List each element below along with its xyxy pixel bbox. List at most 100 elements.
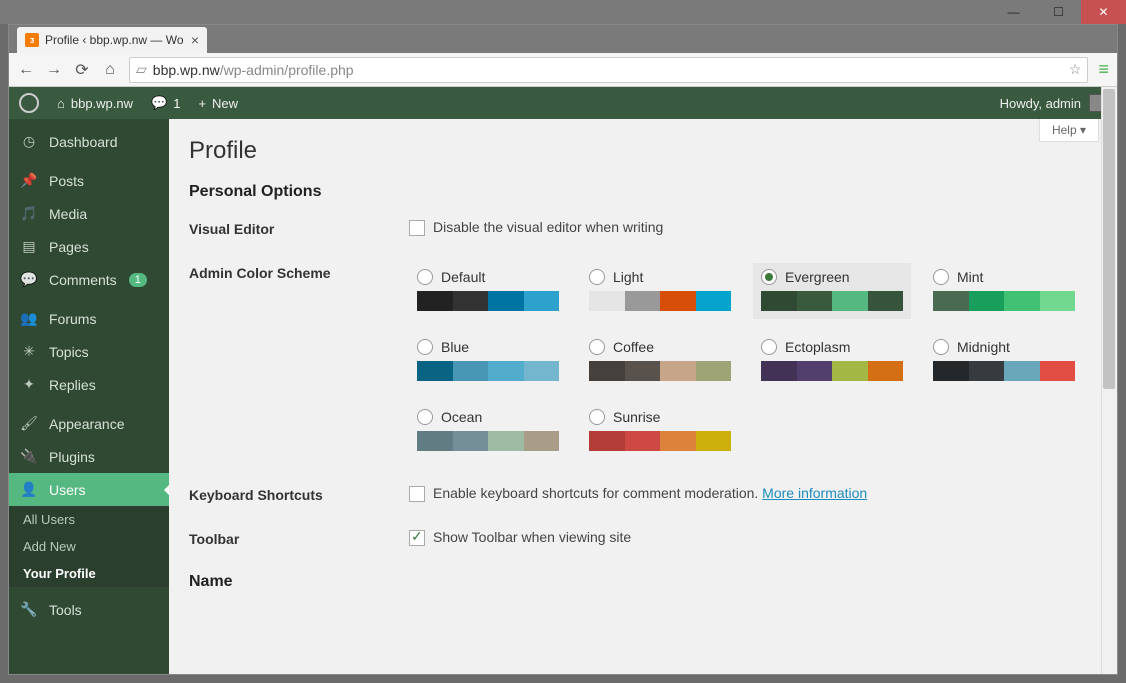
visual-editor-checkbox[interactable] — [409, 220, 425, 236]
sidebar-item-label: Tools — [49, 602, 82, 618]
page-icon: ▤ — [19, 238, 39, 255]
radio-icon — [417, 409, 433, 425]
sidebar-item-posts[interactable]: 📌Posts — [9, 164, 169, 197]
color-scheme-sunrise[interactable]: Sunrise — [581, 403, 739, 459]
comments-link[interactable]: 💬1 — [151, 95, 180, 111]
forums-icon: 👥 — [19, 310, 39, 327]
wordpress-icon — [19, 93, 39, 113]
sidebar-item-label: Pages — [49, 239, 89, 255]
color-scheme-name: Coffee — [613, 339, 654, 355]
sidebar-item-label: Topics — [49, 344, 89, 360]
sidebar-item-label: Users — [49, 482, 86, 498]
sidebar-subitem-your-profile[interactable]: Your Profile — [9, 560, 169, 587]
color-scheme-coffee[interactable]: Coffee — [581, 333, 739, 389]
home-button[interactable]: ⌂ — [101, 61, 119, 79]
browser-tab-strip: ᴣ Profile ‹ bbp.wp.nw — Wo × — [9, 25, 1117, 53]
browser-window: ᴣ Profile ‹ bbp.wp.nw — Wo × ← → ⟳ ⌂ ▱ b… — [8, 24, 1118, 675]
sidebar-item-label: Dashboard — [49, 134, 118, 150]
keyboard-shortcuts-checkbox[interactable] — [409, 486, 425, 502]
radio-icon — [933, 269, 949, 285]
help-tab[interactable]: Help ▾ — [1039, 119, 1099, 142]
media-icon: 🎵 — [19, 205, 39, 222]
color-scheme-name: Sunrise — [613, 409, 660, 425]
new-content-link[interactable]: +New — [198, 96, 238, 111]
color-scheme-ocean[interactable]: Ocean — [409, 403, 567, 459]
sidebar-item-label: Forums — [49, 311, 96, 327]
admin-sidebar: ◷Dashboard📌Posts🎵Media▤Pages💬Comments1👥F… — [9, 119, 169, 674]
toolbar-text: Show Toolbar when viewing site — [433, 529, 631, 545]
home-icon: ⌂ — [57, 96, 65, 111]
sidebar-item-topics[interactable]: ✳ Topics — [9, 335, 169, 368]
color-scheme-midnight[interactable]: Midnight — [925, 333, 1083, 389]
plugins-icon: 🔌 — [19, 448, 39, 465]
window-close-button[interactable]: ✕ — [1081, 0, 1126, 24]
browser-menu-button[interactable]: ≡ — [1098, 59, 1109, 80]
color-scheme-evergreen[interactable]: Evergreen — [753, 263, 911, 319]
color-scheme-light[interactable]: Light — [581, 263, 739, 319]
visual-editor-label: Visual Editor — [189, 219, 409, 237]
color-scheme-name: Blue — [441, 339, 469, 355]
bookmark-star-icon[interactable]: ☆ — [1069, 61, 1082, 78]
color-scheme-blue[interactable]: Blue — [409, 333, 567, 389]
users-icon: 👤 — [19, 481, 39, 498]
toolbar-checkbox[interactable] — [409, 530, 425, 546]
site-link[interactable]: ⌂bbp.wp.nw — [57, 96, 133, 111]
sidebar-item-pages[interactable]: ▤ Pages — [9, 230, 169, 263]
sidebar-item-users[interactable]: 👤 Users — [9, 473, 169, 506]
more-information-link[interactable]: More information — [762, 485, 867, 501]
color-scheme-ectoplasm[interactable]: Ectoplasm — [753, 333, 911, 389]
topics-icon: ✳ — [19, 343, 39, 360]
sidebar-item-appearance[interactable]: 🖌Appearance — [9, 407, 169, 440]
sidebar-subitem-add-new[interactable]: Add New — [9, 533, 169, 560]
radio-icon — [589, 269, 605, 285]
plus-icon: + — [198, 96, 206, 111]
color-scheme-name: Ocean — [441, 409, 482, 425]
color-scheme-label: Admin Color Scheme — [189, 263, 409, 459]
sidebar-item-forums[interactable]: 👥 Forums — [9, 302, 169, 335]
sidebar-item-replies[interactable]: ✦Replies — [9, 368, 169, 401]
scrollbar-thumb[interactable] — [1103, 89, 1115, 389]
browser-toolbar: ← → ⟳ ⌂ ▱ bbp.wp.nw/wp-admin/profile.php… — [9, 53, 1117, 87]
color-swatches — [417, 291, 559, 311]
color-scheme-default[interactable]: Default — [409, 263, 567, 319]
color-swatches — [589, 291, 731, 311]
visual-editor-text: Disable the visual editor when writing — [433, 219, 663, 235]
dashboard-icon: ◷ — [19, 133, 39, 150]
color-swatches — [589, 431, 731, 451]
sidebar-item-label: Comments — [49, 272, 117, 288]
color-scheme-name: Ectoplasm — [785, 339, 850, 355]
sidebar-item-plugins[interactable]: 🔌Plugins — [9, 440, 169, 473]
radio-icon — [417, 269, 433, 285]
sidebar-item-dashboard[interactable]: ◷ Dashboard — [9, 125, 169, 158]
back-button[interactable]: ← — [17, 61, 35, 79]
radio-icon — [761, 339, 777, 355]
tab-close-icon[interactable]: × — [191, 32, 199, 48]
color-scheme-grid: Default Light Evergreen Mint Blue Coffee Ectop… — [409, 263, 1097, 459]
window-maximize-button[interactable]: ☐ — [1036, 0, 1081, 24]
window-minimize-button[interactable]: — — [991, 0, 1036, 24]
count-badge: 1 — [129, 273, 147, 287]
os-titlebar: — ☐ ✕ — [0, 0, 1126, 24]
sidebar-item-media[interactable]: 🎵Media — [9, 197, 169, 230]
reload-button[interactable]: ⟳ — [73, 61, 91, 79]
color-scheme-name: Mint — [957, 269, 983, 285]
sidebar-item-tools[interactable]: 🔧Tools — [9, 593, 169, 626]
wp-logo[interactable] — [19, 93, 39, 113]
url-host: bbp.wp.nw — [153, 62, 220, 78]
color-scheme-name: Light — [613, 269, 643, 285]
comment-icon: 💬 — [151, 95, 167, 111]
toolbar-label: Toolbar — [189, 529, 409, 547]
replies-icon: ✦ — [19, 376, 39, 393]
browser-tab[interactable]: ᴣ Profile ‹ bbp.wp.nw — Wo × — [17, 27, 207, 53]
tab-title: Profile ‹ bbp.wp.nw — Wo — [45, 33, 184, 47]
sidebar-subitem-all-users[interactable]: All Users — [9, 506, 169, 533]
xampp-icon: ᴣ — [25, 33, 39, 47]
address-bar[interactable]: ▱ bbp.wp.nw/wp-admin/profile.php ☆ — [129, 57, 1088, 83]
account-menu[interactable]: Howdy, admin — [1000, 94, 1107, 112]
sidebar-item-comments[interactable]: 💬Comments1 — [9, 263, 169, 296]
page-icon: ▱ — [136, 61, 147, 78]
forward-button[interactable]: → — [45, 61, 63, 79]
section-name: Name — [189, 573, 1097, 591]
color-scheme-mint[interactable]: Mint — [925, 263, 1083, 319]
scrollbar[interactable] — [1101, 87, 1117, 674]
